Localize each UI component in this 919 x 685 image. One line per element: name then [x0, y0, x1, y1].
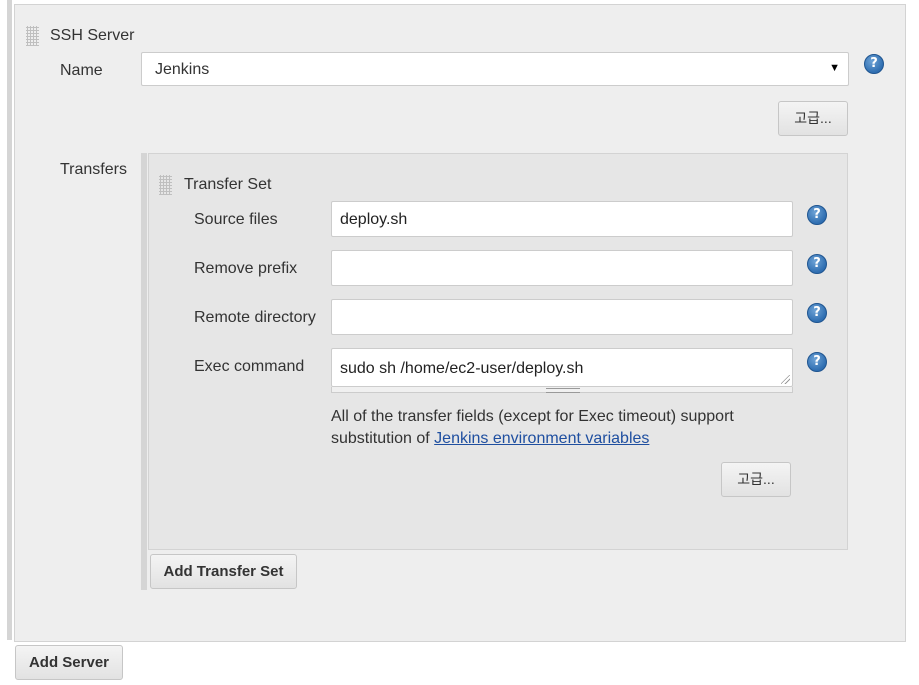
transfer-description: All of the transfer fields (except for E… — [331, 406, 771, 450]
remote-directory-input[interactable] — [331, 299, 793, 335]
help-icon[interactable]: ? — [807, 205, 827, 225]
remove-prefix-label: Remove prefix — [194, 260, 298, 277]
server-left-border — [7, 0, 12, 640]
exec-command-box[interactable]: sudo sh /home/ec2-user/deploy.sh — [331, 348, 793, 387]
drag-handle-icon[interactable] — [26, 26, 39, 46]
chevron-down-icon: ▼ — [829, 62, 840, 74]
resize-corner-icon[interactable] — [781, 375, 790, 384]
source-files-label: Source files — [194, 211, 278, 228]
server-advanced-button[interactable]: 고급... — [778, 101, 848, 136]
remote-directory-label: Remote directory — [194, 309, 316, 326]
source-files-input[interactable]: deploy.sh — [331, 201, 793, 237]
help-icon[interactable]: ? — [807, 352, 827, 372]
help-icon[interactable]: ? — [864, 54, 884, 74]
exec-command-value: sudo sh /home/ec2-user/deploy.sh — [340, 360, 584, 377]
grip-lines-icon — [546, 388, 580, 393]
transfers-label: Transfers — [60, 161, 127, 178]
name-label: Name — [60, 62, 103, 79]
env-variables-link[interactable]: Jenkins environment variables — [434, 430, 649, 447]
name-select[interactable]: Jenkins ▼ — [141, 52, 849, 86]
add-transfer-set-button[interactable]: Add Transfer Set — [150, 554, 297, 589]
drag-handle-icon[interactable] — [159, 175, 172, 195]
help-icon[interactable]: ? — [807, 254, 827, 274]
name-select-value: Jenkins — [155, 61, 210, 78]
transfer-set-title: Transfer Set — [184, 176, 272, 193]
ssh-server-title: SSH Server — [50, 27, 135, 44]
transfer-advanced-button[interactable]: 고급... — [721, 462, 791, 497]
exec-command-textarea[interactable]: sudo sh /home/ec2-user/deploy.sh — [331, 348, 793, 393]
remove-prefix-input[interactable] — [331, 250, 793, 286]
help-icon[interactable]: ? — [807, 303, 827, 323]
exec-command-label: Exec command — [194, 358, 305, 375]
add-server-button[interactable]: Add Server — [15, 645, 123, 680]
textarea-expand-handle[interactable] — [331, 387, 793, 393]
transfers-left-border — [141, 153, 147, 590]
